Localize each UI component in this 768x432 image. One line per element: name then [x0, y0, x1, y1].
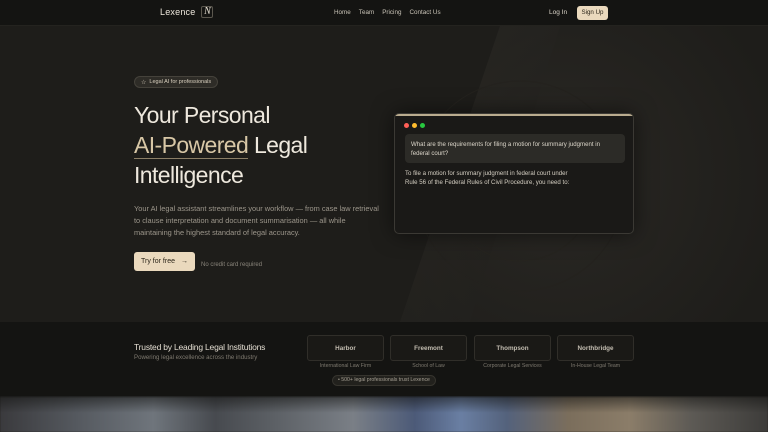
org-name: Northbridge [577, 344, 614, 352]
org-name: Freemont [414, 344, 443, 352]
org-card-harbor: Harbor [307, 335, 384, 361]
org-card-thompson: Thompson [474, 335, 551, 361]
nav-links: Home Team Pricing Contact Us [334, 9, 441, 16]
maximize-dot-icon [420, 123, 425, 128]
arrow-right-icon[interactable]: → [181, 258, 188, 265]
headline-line2-rest: Legal [248, 132, 308, 158]
org-caption: In-House Legal Team [570, 363, 621, 369]
top-navbar: Lexence N Home Team Pricing Contact Us L… [0, 0, 768, 26]
nav-link-contact[interactable]: Contact Us [409, 9, 440, 16]
nav-link-team[interactable]: Team [359, 9, 374, 16]
nav-link-home[interactable]: Home [334, 9, 351, 16]
trust-title: Trusted by Leading Legal Institutions [134, 342, 266, 352]
trust-subtitle: Powering legal excellence across the ind… [134, 354, 258, 361]
social-proof-pill: • 500+ legal professionals trust Lexence [332, 375, 436, 386]
try-for-free-button[interactable]: Try for free → [134, 252, 195, 271]
headline-line3: Intelligence [134, 162, 244, 188]
minimize-dot-icon [412, 123, 417, 128]
nav-link-pricing[interactable]: Pricing [382, 9, 401, 16]
user-question-bubble: What are the requirements for filing a m… [405, 134, 625, 163]
hero-background [0, 26, 768, 322]
chat-preview-window: What are the requirements for filing a m… [394, 113, 634, 234]
org-name: Harbor [335, 344, 356, 352]
org-card-northbridge: Northbridge [557, 335, 634, 361]
org-caption: Corporate Legal Services [483, 363, 542, 369]
cta-label[interactable]: Try for free [141, 258, 175, 265]
hero-headline: Your Personal AI-Powered Legal Intellige… [134, 100, 308, 190]
trusted-by-section: Trusted by Leading Legal Institutions Po… [0, 322, 768, 397]
footer-image-shade [0, 397, 768, 432]
signup-button[interactable]: Sign Up [577, 6, 608, 20]
cta-note: No credit card required [201, 262, 263, 268]
hero-badge: ☆ Legal AI for professionals [134, 76, 219, 88]
headline-line1: Your Personal [134, 102, 270, 128]
org-name: Thompson [496, 344, 529, 352]
login-link[interactable]: Log In [549, 9, 567, 16]
star-icon: ☆ [141, 79, 147, 86]
headline-highlight: AI-Powered [134, 132, 249, 159]
window-accent-line [395, 114, 633, 116]
window-controls [404, 123, 425, 128]
hero-description: Your AI legal assistant streamlines your… [134, 204, 379, 237]
org-caption: School of Law [412, 363, 445, 369]
brand[interactable]: Lexence N [160, 6, 214, 18]
hero-section: ☆ Legal AI for professionals Your Person… [0, 26, 768, 322]
brand-name[interactable]: Lexence [160, 7, 195, 17]
org-caption: International Law Firm [319, 363, 372, 369]
assistant-answer: To file a motion for summary judgment in… [405, 170, 570, 186]
org-card-freemont: Freemont [390, 335, 467, 361]
badge-label: Legal AI for professionals [149, 79, 212, 85]
close-dot-icon [404, 123, 409, 128]
logo-icon[interactable]: N [201, 6, 214, 18]
